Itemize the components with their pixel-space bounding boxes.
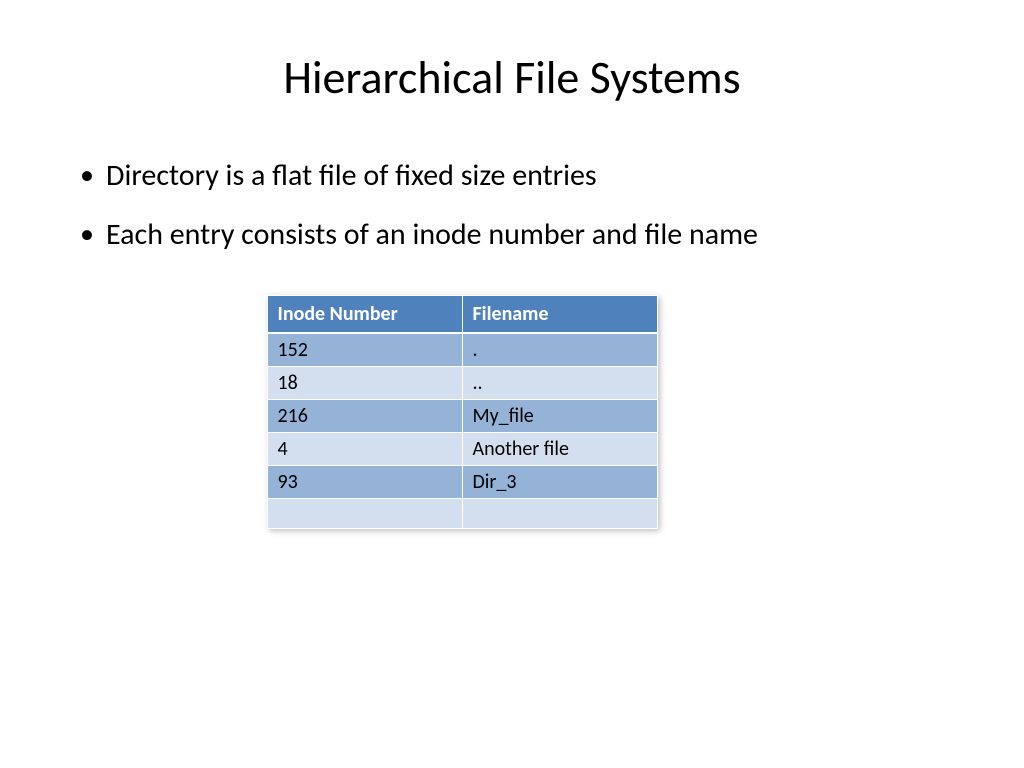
table-cell-filename: My_file	[462, 400, 657, 433]
table-cell-inode: 93	[267, 466, 462, 499]
table-cell-filename	[462, 499, 657, 529]
table-row	[267, 499, 657, 529]
table-header-row: Inode Number Filename	[267, 296, 657, 334]
table-row: 4 Another file	[267, 433, 657, 466]
table-row: 152 .	[267, 333, 657, 367]
table-cell-inode: 152	[267, 333, 462, 367]
table-cell-inode	[267, 499, 462, 529]
bullet-list: Directory is a flat file of fixed size e…	[70, 156, 954, 255]
table-cell-filename: ..	[462, 367, 657, 400]
table-cell-filename: Dir_3	[462, 466, 657, 499]
inode-table: Inode Number Filename 152 . 18 .. 216 My…	[267, 295, 658, 529]
table-cell-filename: Another file	[462, 433, 657, 466]
table-container: Inode Number Filename 152 . 18 .. 216 My…	[0, 295, 954, 529]
table-header-inode: Inode Number	[267, 296, 462, 334]
slide: Hierarchical File Systems Directory is a…	[0, 0, 1024, 579]
bullet-item: Each entry consists of an inode number a…	[70, 215, 954, 256]
table-row: 93 Dir_3	[267, 466, 657, 499]
bullet-item: Directory is a flat file of fixed size e…	[70, 156, 954, 197]
table-cell-inode: 18	[267, 367, 462, 400]
table-row: 18 ..	[267, 367, 657, 400]
table-header-filename: Filename	[462, 296, 657, 334]
table-cell-inode: 4	[267, 433, 462, 466]
table-cell-inode: 216	[267, 400, 462, 433]
slide-title: Hierarchical File Systems	[70, 50, 954, 106]
table-row: 216 My_file	[267, 400, 657, 433]
table-cell-filename: .	[462, 333, 657, 367]
